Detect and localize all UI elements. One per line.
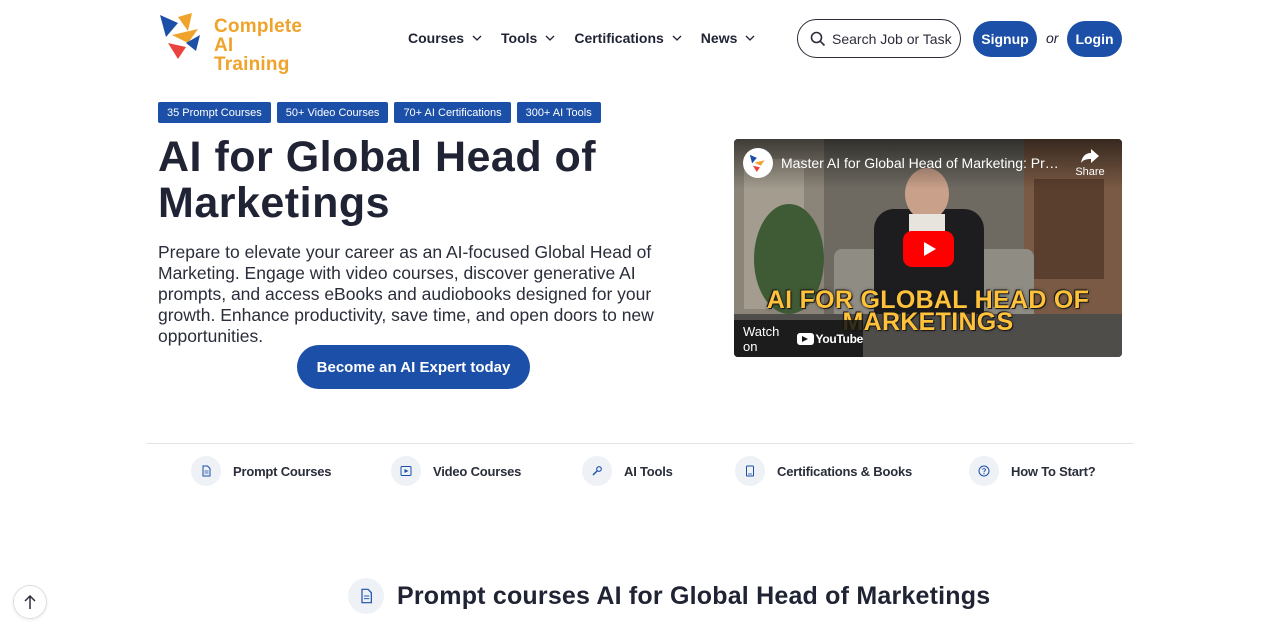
- document-icon: [348, 578, 384, 614]
- hero-description: Prepare to elevate your career as an AI-…: [158, 242, 654, 346]
- nav-certifications-label: Certifications: [574, 30, 664, 46]
- search-icon: [810, 31, 826, 46]
- section-link-video-courses[interactable]: Video Courses: [391, 456, 521, 486]
- video-title[interactable]: Master AI for Global Head of Marketing: …: [781, 155, 1061, 171]
- section-label: AI Tools: [624, 463, 673, 479]
- play-button[interactable]: [903, 231, 954, 267]
- badge-prompt-courses[interactable]: 35 Prompt Courses: [158, 102, 271, 123]
- chevron-down-icon: [745, 35, 755, 41]
- logo-text: Complete AI Training: [214, 17, 308, 74]
- signup-button[interactable]: Signup: [973, 21, 1037, 57]
- youtube-logo: YouTube: [796, 331, 864, 346]
- nav-tools[interactable]: Tools: [501, 30, 555, 46]
- search-input[interactable]: [832, 30, 952, 47]
- search-box[interactable]: [797, 19, 961, 58]
- badge-video-courses[interactable]: 50+ Video Courses: [276, 102, 389, 123]
- stats-badges: 35 Prompt Courses 50+ Video Courses 70+ …: [158, 102, 607, 123]
- badge-certifications[interactable]: 70+ AI Certifications: [394, 102, 511, 123]
- section-label: Prompt Courses: [233, 463, 332, 479]
- youtube-icon: [796, 332, 814, 345]
- section-link-certifications-books[interactable]: Certifications & Books: [735, 456, 912, 486]
- logo-line-2: AI Training: [214, 35, 290, 75]
- nav-news[interactable]: News: [701, 30, 756, 46]
- badge-ai-tools[interactable]: 300+ AI Tools: [516, 102, 601, 123]
- watch-on-label: Watch on: [743, 323, 780, 354]
- section-label: Video Courses: [433, 463, 522, 479]
- chevron-down-icon: [472, 35, 482, 41]
- nav-news-label: News: [700, 30, 738, 46]
- logo-line-1: Complete: [214, 16, 303, 37]
- section-link-how-to-start[interactable]: How To Start?: [969, 456, 1096, 486]
- channel-avatar[interactable]: [743, 148, 773, 178]
- nav-certifications[interactable]: Certifications: [574, 30, 682, 46]
- section-label: How To Start?: [1011, 463, 1096, 479]
- book-icon: [735, 456, 765, 486]
- section-heading: Prompt courses AI for Global Head of Mar…: [397, 581, 991, 610]
- site-logo[interactable]: Complete AI Training: [158, 13, 308, 74]
- prompt-courses-heading: Prompt courses AI for Global Head of Mar…: [348, 578, 990, 614]
- section-links: Prompt Courses Video Courses AI Tools Ce…: [0, 456, 1280, 488]
- chevron-down-icon: [545, 35, 555, 41]
- channel-logo-icon: [749, 154, 765, 172]
- back-to-top-button[interactable]: [13, 585, 47, 619]
- section-label: Certifications & Books: [777, 463, 913, 479]
- youtube-label: YouTube: [815, 331, 864, 346]
- page-title: AI for Global Head of Marketings: [158, 133, 597, 227]
- chevron-down-icon: [672, 35, 682, 41]
- play-icon: [391, 456, 421, 486]
- wrench-icon: [582, 456, 612, 486]
- section-divider: [146, 443, 1134, 444]
- section-link-prompt-courses[interactable]: Prompt Courses: [191, 456, 332, 486]
- question-icon: [969, 456, 999, 486]
- share-button[interactable]: Share: [1072, 149, 1108, 178]
- share-label: Share: [1075, 166, 1105, 178]
- document-icon: [191, 456, 221, 486]
- become-expert-button[interactable]: Become an AI Expert today: [297, 345, 530, 389]
- video-player[interactable]: Master AI for Global Head of Marketing: …: [734, 139, 1122, 357]
- main-nav: Courses Tools Certifications News: [408, 30, 774, 46]
- section-link-ai-tools[interactable]: AI Tools: [582, 456, 673, 486]
- share-icon: [1081, 149, 1099, 163]
- nav-courses-label: Courses: [408, 30, 465, 46]
- play-icon: [923, 242, 936, 256]
- arrow-up-icon: [24, 594, 36, 609]
- or-separator: or: [1046, 30, 1059, 46]
- nav-tools-label: Tools: [501, 30, 538, 46]
- logo-mark-icon: [160, 13, 200, 59]
- watch-on-youtube[interactable]: Watch on YouTube: [734, 320, 863, 357]
- nav-courses[interactable]: Courses: [408, 30, 482, 46]
- login-button[interactable]: Login: [1067, 21, 1122, 57]
- site-header: Complete AI Training Courses Tools Certi…: [0, 0, 1280, 80]
